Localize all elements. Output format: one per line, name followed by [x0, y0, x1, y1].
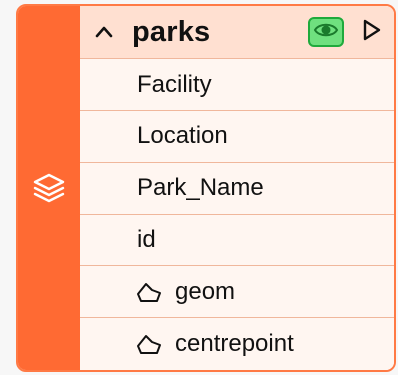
field-label: Facility — [137, 70, 212, 98]
layer-card: parks Facility Location Park_Name id geo… — [16, 4, 396, 372]
field-label: Location — [137, 122, 228, 150]
field-label: centrepoint — [175, 330, 294, 358]
field-row-location[interactable]: Location — [80, 111, 394, 163]
chevron-up-icon[interactable] — [94, 20, 118, 44]
field-row-facility[interactable]: Facility — [80, 59, 394, 112]
layer-title: parks — [132, 15, 211, 48]
visibility-toggle[interactable] — [308, 17, 344, 48]
field-row-id[interactable]: id — [80, 214, 394, 267]
field-label: geom — [175, 277, 236, 305]
polygon-icon — [135, 331, 165, 357]
play-icon — [362, 18, 382, 47]
layer-content: parks Facility Location Park_Name id geo… — [80, 6, 394, 370]
field-row-centrepoint[interactable]: centrepoint — [80, 318, 394, 370]
polygon-icon — [135, 279, 165, 305]
field-row-geom[interactable]: geom — [80, 266, 394, 319]
layer-header: parks — [80, 6, 394, 60]
eye-icon — [313, 21, 339, 44]
run-button[interactable] — [360, 19, 384, 45]
field-label: id — [137, 226, 156, 254]
field-row-park-name[interactable]: Park_Name — [80, 162, 394, 215]
layers-icon — [32, 171, 66, 205]
field-label: Park_Name — [137, 174, 264, 202]
layer-rail[interactable] — [18, 6, 80, 370]
